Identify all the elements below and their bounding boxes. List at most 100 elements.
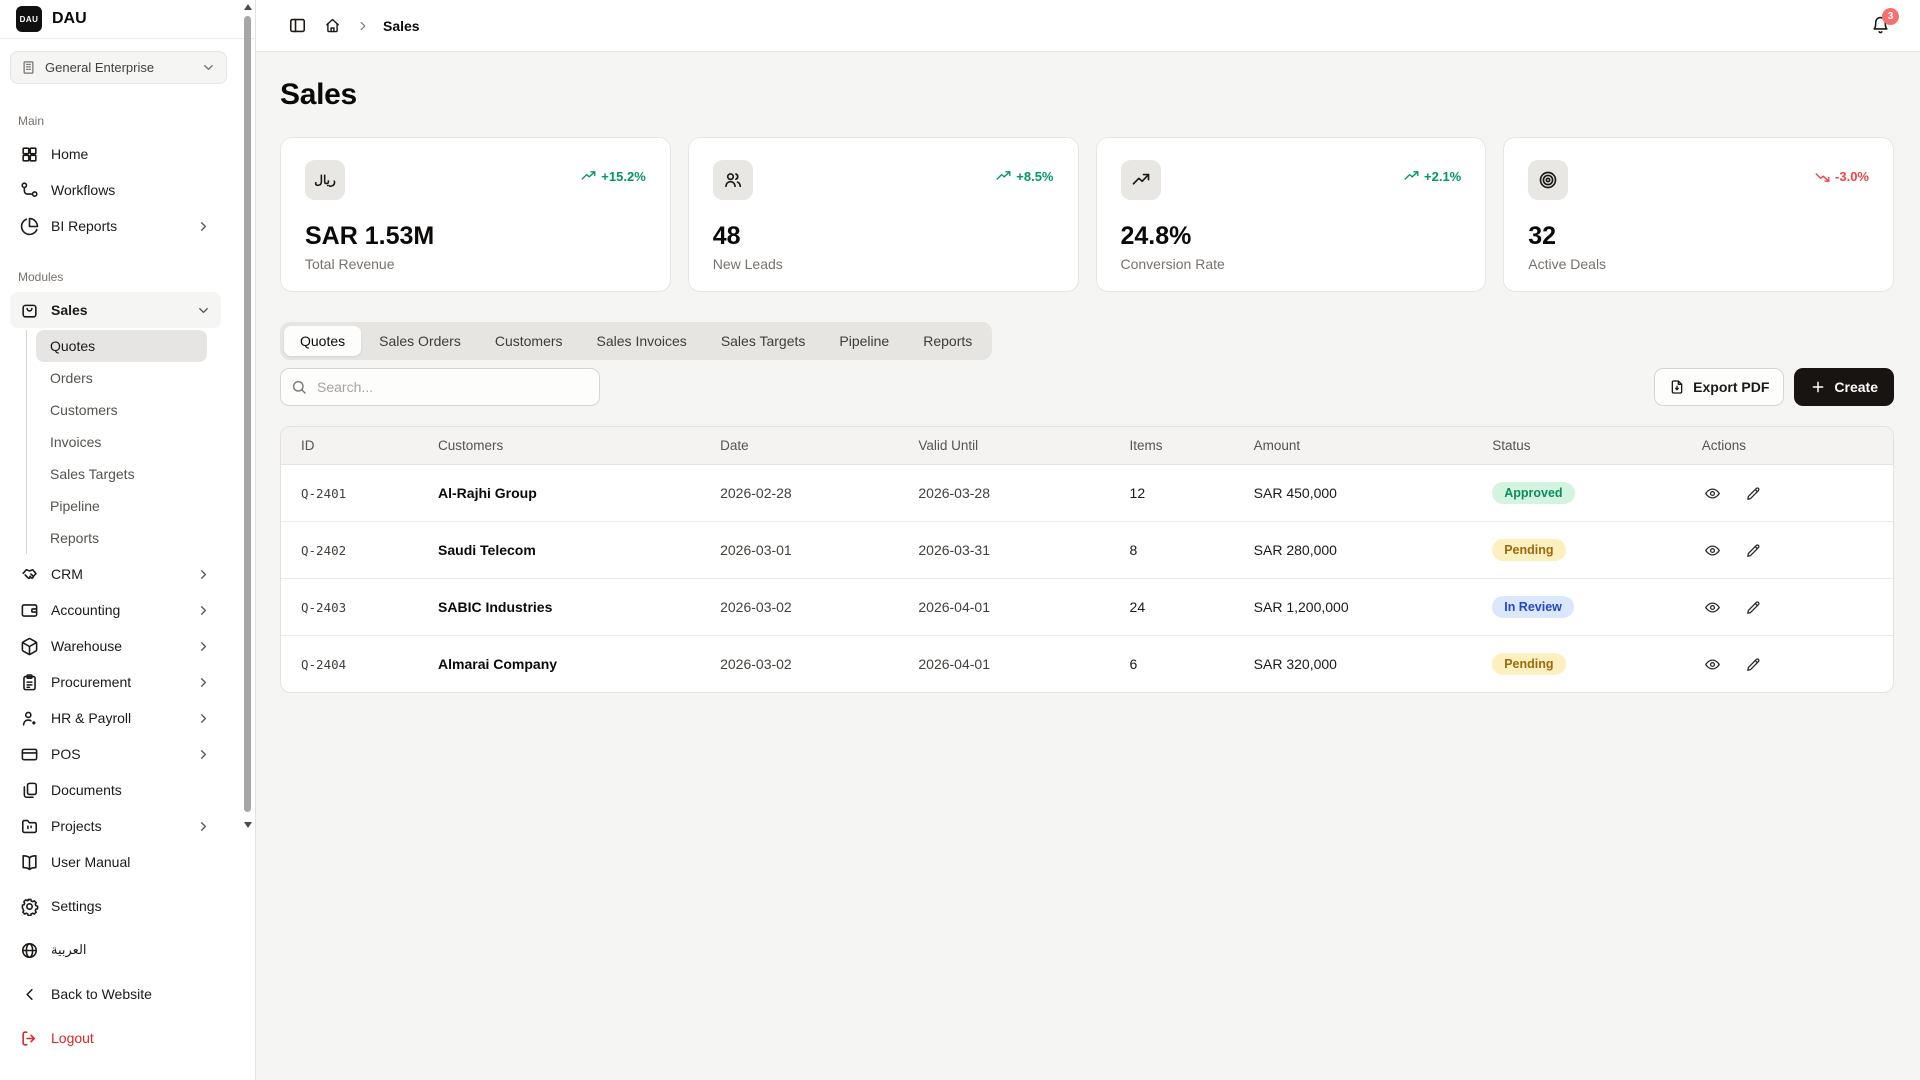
export-pdf-button[interactable]: Export PDF xyxy=(1654,368,1784,406)
sidebar-item-home[interactable]: Home xyxy=(10,136,221,172)
tab-sales-invoices[interactable]: Sales Invoices xyxy=(581,326,703,356)
sidebar-footer: User Manual Settings العربية Back to Web… xyxy=(0,844,255,1080)
tab-customers[interactable]: Customers xyxy=(479,326,579,356)
chevron-right-icon xyxy=(196,603,211,618)
edit-button[interactable] xyxy=(1743,483,1764,504)
logout-icon xyxy=(20,1029,39,1048)
notifications-button[interactable]: 3 xyxy=(1871,16,1890,35)
credit-card-icon xyxy=(20,745,39,764)
package-icon xyxy=(20,637,39,656)
search-input[interactable] xyxy=(280,368,600,406)
status-badge: In Review xyxy=(1492,596,1574,618)
sidebar-item-crm[interactable]: CRM xyxy=(10,556,221,592)
stat-card-total-revenue: ريال +15.2% SAR 1.53M Total Revenue xyxy=(280,137,671,292)
home-breadcrumb-button[interactable] xyxy=(322,15,343,36)
quote-date: 2026-02-28 xyxy=(700,465,898,522)
quote-customer: Saudi Telecom xyxy=(418,522,700,579)
notification-badge: 3 xyxy=(1882,8,1899,25)
scrollbar-up-arrow[interactable] xyxy=(244,4,252,10)
company-selector[interactable]: General Enterprise xyxy=(10,51,227,84)
quote-customer: Al-Rajhi Group xyxy=(418,465,700,522)
quote-date: 2026-03-01 xyxy=(700,522,898,579)
tab-sales-targets[interactable]: Sales Targets xyxy=(705,326,822,356)
back-to-website-link[interactable]: Back to Website xyxy=(10,976,221,1012)
status-badge: Pending xyxy=(1492,539,1565,561)
trend-indicator: +15.2% xyxy=(581,169,645,184)
sidebar-item-user-manual[interactable]: User Manual xyxy=(10,844,221,880)
table-row: Q-2403 SABIC Industries 2026-03-02 2026-… xyxy=(281,579,1893,636)
riyal-icon: ريال xyxy=(305,160,345,200)
tab-reports[interactable]: Reports xyxy=(907,326,988,356)
tab-quotes[interactable]: Quotes xyxy=(284,326,361,356)
submenu-item-quotes[interactable]: Quotes xyxy=(36,330,207,362)
sidebar-item-documents[interactable]: Documents xyxy=(10,772,221,808)
logout-button[interactable]: Logout xyxy=(10,1020,221,1056)
quote-items: 24 xyxy=(1110,579,1234,636)
sidebar-toggle-button[interactable] xyxy=(286,14,309,37)
column-header-status: Status xyxy=(1472,427,1682,465)
table-row: Q-2404 Almarai Company 2026-03-02 2026-0… xyxy=(281,636,1893,693)
chevron-right-icon xyxy=(196,747,211,762)
tab-pipeline[interactable]: Pipeline xyxy=(823,326,905,356)
stat-value: 48 xyxy=(713,222,1054,251)
sidebar-item-label: POS xyxy=(51,746,81,762)
stat-card-conversion-rate: +2.1% 24.8% Conversion Rate xyxy=(1096,137,1487,292)
sidebar-item-hr-payroll[interactable]: HR & Payroll xyxy=(10,700,221,736)
sales-submenu: Quotes Orders Customers Invoices Sales T… xyxy=(26,330,207,554)
scrollbar-thumb[interactable] xyxy=(244,16,251,812)
quote-valid-until: 2026-04-01 xyxy=(898,636,1109,693)
quote-amount: SAR 450,000 xyxy=(1234,465,1473,522)
sidebar-item-workflows[interactable]: Workflows xyxy=(10,172,221,208)
sidebar-item-warehouse[interactable]: Warehouse xyxy=(10,628,221,664)
edit-button[interactable] xyxy=(1743,540,1764,561)
globe-icon xyxy=(20,941,39,960)
tab-bar: Quotes Sales Orders Customers Sales Invo… xyxy=(280,322,992,360)
sidebar-item-accounting[interactable]: Accounting xyxy=(10,592,221,628)
submenu-item-invoices[interactable]: Invoices xyxy=(36,426,207,458)
table-row: Q-2401 Al-Rajhi Group 2026-02-28 2026-03… xyxy=(281,465,1893,522)
create-button[interactable]: Create xyxy=(1794,368,1894,406)
building-icon xyxy=(21,60,36,75)
eye-icon xyxy=(1704,656,1721,673)
submenu-item-reports[interactable]: Reports xyxy=(36,522,207,554)
pencil-icon xyxy=(1745,599,1762,616)
plus-icon xyxy=(1810,379,1826,395)
quote-id: Q-2402 xyxy=(281,522,418,579)
toolbar-actions: Export PDF Create xyxy=(1654,368,1894,406)
sidebar: DAU DAU General Enterprise Main Home Wor… xyxy=(0,0,256,1080)
sidebar-item-pos[interactable]: POS xyxy=(10,736,221,772)
tab-sales-orders[interactable]: Sales Orders xyxy=(363,326,477,356)
edit-button[interactable] xyxy=(1743,654,1764,675)
pencil-icon xyxy=(1745,542,1762,559)
submenu-item-orders[interactable]: Orders xyxy=(36,362,207,394)
view-button[interactable] xyxy=(1702,654,1723,675)
chevron-right-icon xyxy=(196,639,211,654)
sidebar-item-sales[interactable]: Sales xyxy=(10,292,221,328)
chevron-right-icon xyxy=(196,567,211,582)
quote-customer: SABIC Industries xyxy=(418,579,700,636)
view-button[interactable] xyxy=(1702,597,1723,618)
scrollbar-down-arrow[interactable] xyxy=(244,822,252,828)
stat-value: 24.8% xyxy=(1121,222,1462,251)
submenu-item-sales-targets[interactable]: Sales Targets xyxy=(36,458,207,490)
trend-indicator: +2.1% xyxy=(1404,169,1461,184)
submenu-item-pipeline[interactable]: Pipeline xyxy=(36,490,207,522)
sidebar-item-procurement[interactable]: Procurement xyxy=(10,664,221,700)
sidebar-item-label: Workflows xyxy=(51,182,115,198)
sidebar-item-projects[interactable]: Projects xyxy=(10,808,221,844)
view-button[interactable] xyxy=(1702,540,1723,561)
sidebar-scrollbar[interactable] xyxy=(242,0,254,846)
stat-value: SAR 1.53M xyxy=(305,222,646,251)
stats-row: ريال +15.2% SAR 1.53M Total Revenue xyxy=(280,137,1894,292)
submenu-item-customers[interactable]: Customers xyxy=(36,394,207,426)
sidebar-item-language-arabic[interactable]: العربية xyxy=(10,932,221,968)
view-button[interactable] xyxy=(1702,483,1723,504)
sidebar-item-bi-reports[interactable]: BI Reports xyxy=(10,208,221,244)
trend-indicator: -3.0% xyxy=(1815,169,1869,184)
sidebar-item-settings[interactable]: Settings xyxy=(10,888,221,924)
stat-label: Conversion Rate xyxy=(1121,256,1462,272)
table-row: Q-2402 Saudi Telecom 2026-03-01 2026-03-… xyxy=(281,522,1893,579)
edit-button[interactable] xyxy=(1743,597,1764,618)
topbar: Sales 3 xyxy=(256,0,1920,52)
sidebar-item-label: Warehouse xyxy=(51,638,122,654)
